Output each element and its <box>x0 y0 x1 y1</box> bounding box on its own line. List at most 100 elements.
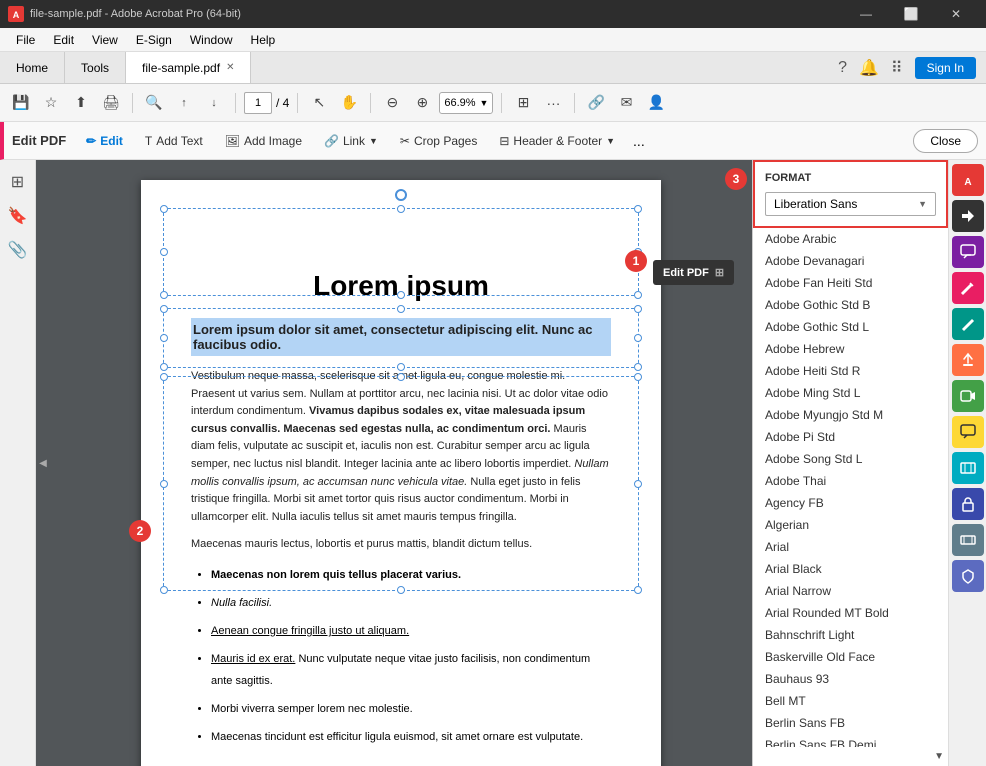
handle-tr[interactable] <box>634 205 642 213</box>
handle-ml[interactable] <box>160 248 168 256</box>
handle-tr2[interactable] <box>634 305 642 313</box>
font-item[interactable]: Adobe Arabic <box>753 228 948 250</box>
apps-icon[interactable]: ⠿ <box>891 58 903 78</box>
handle-bl3[interactable] <box>160 586 168 594</box>
tab-home[interactable]: Home <box>0 52 65 83</box>
font-item[interactable]: Berlin Sans FB Demi <box>753 734 948 747</box>
close-button[interactable]: Close <box>913 129 978 153</box>
handle-tm2[interactable] <box>397 305 405 313</box>
bookmark-button[interactable]: ☆ <box>38 90 64 116</box>
font-item[interactable]: Arial Rounded MT Bold <box>753 602 948 624</box>
font-item[interactable]: Arial Black <box>753 558 948 580</box>
handle-tl[interactable] <box>160 205 168 213</box>
video-rail-icon[interactable] <box>952 380 984 412</box>
handle-ml3[interactable] <box>160 480 168 488</box>
notification-icon[interactable]: 🔔 <box>859 58 879 78</box>
zoom-in-icon[interactable]: ↑ <box>171 90 197 116</box>
font-item[interactable]: Adobe Song Std L <box>753 448 948 470</box>
add-image-button[interactable]: 🖼 Add Image <box>215 130 312 152</box>
zoom-out-button[interactable]: 🔍 <box>141 90 167 116</box>
font-item[interactable]: Adobe Devanagari <box>753 250 948 272</box>
edit-button[interactable]: ✏ Edit <box>76 130 133 152</box>
help-icon[interactable]: ? <box>838 59 847 77</box>
font-item[interactable]: Adobe Myungjo Std M <box>753 404 948 426</box>
user-button[interactable]: 👤 <box>643 90 669 116</box>
film-rail-icon[interactable] <box>952 452 984 484</box>
zoom-plus-button[interactable]: ⊕ <box>409 90 435 116</box>
select-tool[interactable]: ↖ <box>306 90 332 116</box>
handle-mr3[interactable] <box>634 480 642 488</box>
font-item[interactable]: Baskerville Old Face <box>753 646 948 668</box>
menu-window[interactable]: Window <box>182 31 241 49</box>
handle-bl2[interactable] <box>160 363 168 371</box>
fit-page-button[interactable]: ⊞ <box>510 90 536 116</box>
handle-mr2[interactable] <box>634 334 642 342</box>
sign-in-button[interactable]: Sign In <box>915 57 976 79</box>
hand-tool[interactable]: ✋ <box>336 90 362 116</box>
zoom-selector[interactable]: 66.9% ▼ <box>439 92 493 114</box>
pen-rail-icon[interactable] <box>952 308 984 340</box>
link-tool-button[interactable]: 🔗 <box>583 90 609 116</box>
handle-tm[interactable] <box>397 205 405 213</box>
font-item[interactable]: Bauhaus 93 <box>753 668 948 690</box>
font-item[interactable]: Adobe Thai <box>753 470 948 492</box>
font-item[interactable]: Adobe Gothic Std B <box>753 294 948 316</box>
font-item[interactable]: Adobe Heiti Std R <box>753 360 948 382</box>
font-dropdown[interactable]: Liberation Sans ▼ <box>765 192 936 216</box>
close-window-button[interactable]: ✕ <box>934 0 978 28</box>
page-thumbnails-icon[interactable]: ⊞ <box>4 168 32 196</box>
handle-tr3[interactable] <box>634 373 642 381</box>
font-item[interactable]: Berlin Sans FB <box>753 712 948 734</box>
handle-tm3[interactable] <box>397 373 405 381</box>
font-item[interactable]: Arial <box>753 536 948 558</box>
download-button[interactable]: ↓ <box>201 90 227 116</box>
rotate-handle[interactable] <box>395 189 407 201</box>
more-tools-button[interactable]: ··· <box>540 90 566 116</box>
more-options-button[interactable]: ... <box>627 129 651 153</box>
add-text-button[interactable]: T Add Text <box>135 130 213 152</box>
menu-esign[interactable]: E-Sign <box>128 31 180 49</box>
handle-ml2[interactable] <box>160 334 168 342</box>
tab-close-icon[interactable]: ✕ <box>226 62 234 73</box>
zoom-minus-button[interactable]: ⊖ <box>379 90 405 116</box>
chat-rail-icon[interactable] <box>952 416 984 448</box>
lock-rail-icon[interactable] <box>952 488 984 520</box>
mail-button[interactable]: ✉ <box>613 90 639 116</box>
scroll-down-indicator[interactable]: ▼ <box>753 747 948 766</box>
crop-pages-button[interactable]: ✂ Crop Pages <box>390 130 487 152</box>
menu-view[interactable]: View <box>84 31 126 49</box>
save-button[interactable]: 💾 <box>8 90 34 116</box>
handle-bm2[interactable] <box>397 363 405 371</box>
page-number-input[interactable] <box>244 92 272 114</box>
maximize-button[interactable]: ⬜ <box>889 0 933 28</box>
font-item[interactable]: Adobe Ming Std L <box>753 382 948 404</box>
font-item[interactable]: Bell MT <box>753 690 948 712</box>
edit-rail-icon[interactable] <box>952 272 984 304</box>
handle-tl2[interactable] <box>160 305 168 313</box>
handle-br2[interactable] <box>634 363 642 371</box>
tab-pdf[interactable]: file-sample.pdf ✕ <box>126 52 251 83</box>
handle-bm3[interactable] <box>397 586 405 594</box>
font-item[interactable]: Adobe Fan Heiti Std <box>753 272 948 294</box>
menu-edit[interactable]: Edit <box>45 31 82 49</box>
attachments-icon[interactable]: 📎 <box>4 236 32 264</box>
font-item[interactable]: Algerian <box>753 514 948 536</box>
font-item[interactable]: Adobe Gothic Std L <box>753 316 948 338</box>
handle-tl3[interactable] <box>160 373 168 381</box>
acrobat-pdf-icon[interactable]: A <box>952 164 984 196</box>
handle-bl[interactable] <box>160 291 168 299</box>
handle-br3[interactable] <box>634 586 642 594</box>
panel-toggle[interactable]: ◀ <box>36 160 50 766</box>
bookmarks-icon[interactable]: 🔖 <box>4 202 32 230</box>
menu-file[interactable]: File <box>8 31 43 49</box>
font-item[interactable]: Adobe Pi Std <box>753 426 948 448</box>
export-rail-icon[interactable] <box>952 344 984 376</box>
upload-button[interactable]: ⬆ <box>68 90 94 116</box>
font-item[interactable]: Adobe Hebrew <box>753 338 948 360</box>
handle-br[interactable] <box>634 291 642 299</box>
handle-bm[interactable] <box>397 291 405 299</box>
font-item[interactable]: Bahnschrift Light <box>753 624 948 646</box>
menu-help[interactable]: Help <box>243 31 284 49</box>
tab-tools[interactable]: Tools <box>65 52 126 83</box>
font-item[interactable]: Arial Narrow <box>753 580 948 602</box>
